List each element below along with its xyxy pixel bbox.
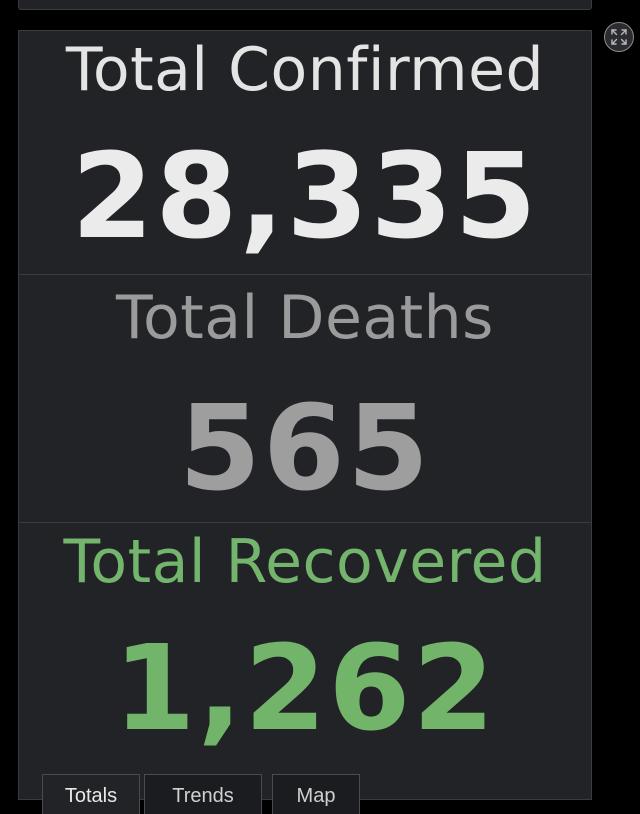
expand-icon [611, 29, 627, 45]
tab-map[interactable]: Map [272, 774, 360, 814]
total-confirmed-value: 28,335 [71, 127, 539, 265]
tab-totals[interactable]: Totals [42, 774, 140, 814]
total-deaths-value: 565 [178, 379, 432, 517]
total-recovered-label: Total Recovered [63, 527, 547, 597]
total-recovered-block: Total Recovered 1,262 [19, 522, 591, 799]
total-confirmed-block: Total Confirmed 28,335 [19, 31, 591, 274]
total-deaths-label: Total Deaths [116, 283, 494, 353]
total-recovered-value: 1,262 [113, 619, 497, 757]
total-deaths-block: Total Deaths 565 [19, 274, 591, 522]
stats-panel: Total Confirmed 28,335 Total Deaths 565 … [18, 30, 592, 800]
expand-button[interactable] [604, 22, 634, 52]
total-confirmed-label: Total Confirmed [65, 35, 545, 105]
tab-trends[interactable]: Trends [144, 774, 262, 814]
top-panel [18, 0, 592, 10]
tab-bar: Totals Trends Map [0, 770, 640, 814]
